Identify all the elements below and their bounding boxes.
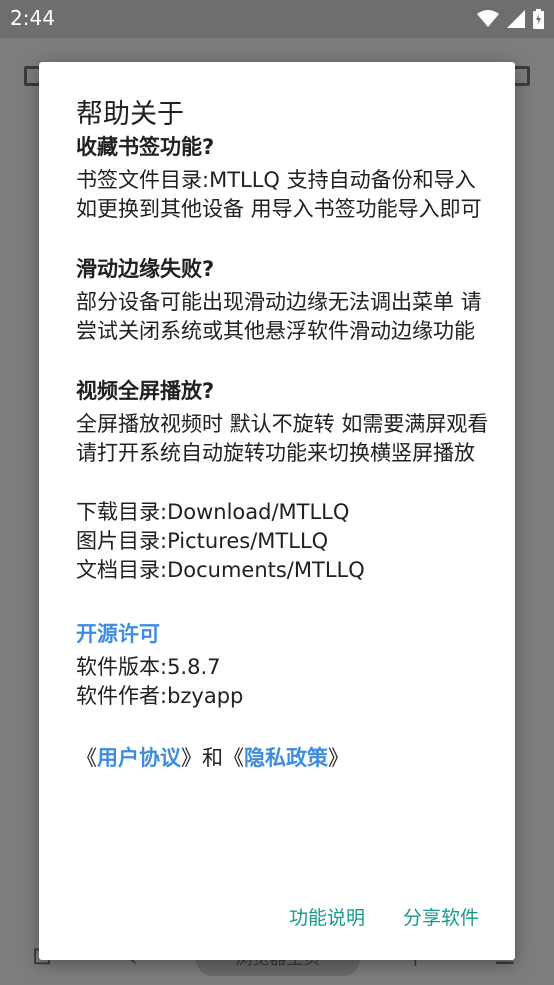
section-heading: 收藏书签功能? — [76, 135, 215, 159]
dialog-title: 帮助关于 — [76, 99, 184, 130]
wifi-icon — [477, 10, 499, 27]
section-text: 书签文件目录:MTLLQ 支持自动备份和导入 如更换到其他设备 用导入书签功能导… — [76, 168, 482, 221]
pictures-directory: 图片目录:Pictures/MTLLQ — [76, 529, 329, 553]
section-text: 全屏播放视频时 默认不旋转 如需要满屏观看 请打开系统自动旋转功能来切换横竖屏播… — [76, 412, 489, 465]
section-text: 部分设备可能出现滑动边缘无法调出菜单 请尝试关闭系统或其他悬浮软件滑动边缘功能 — [76, 290, 482, 343]
feature-description-button[interactable]: 功能说明 — [289, 903, 365, 930]
agreement-separator: 》和《 — [181, 746, 244, 770]
status-bar: 2:44 — [0, 0, 554, 38]
share-app-button[interactable]: 分享软件 — [403, 903, 479, 930]
section-heading: 视频全屏播放? — [76, 379, 215, 403]
open-source-license-link[interactable]: 开源许可 — [76, 619, 496, 649]
directories-list: 下载目录:Download/MTLLQ 图片目录:Pictures/MTLLQ … — [76, 498, 496, 585]
battery-icon — [533, 9, 544, 29]
bracket-open: 《 — [76, 746, 97, 770]
section-heading: 滑动边缘失败? — [76, 257, 215, 281]
bracket-close: 》 — [328, 746, 349, 770]
app-author: 软件作者:bzyapp — [76, 684, 244, 708]
app-version: 软件版本:5.8.7 — [76, 655, 221, 679]
section-fullscreen-video: 视频全屏播放? 全屏播放视频时 默认不旋转 如需要满屏观看 请打开系统自动旋转功… — [76, 376, 496, 468]
privacy-policy-link[interactable]: 隐私政策 — [244, 746, 328, 770]
dialog-body: 收藏书签功能? 书签文件目录:MTLLQ 支持自动备份和导入 如更换到其他设备 … — [76, 132, 496, 773]
section-edge-swipe: 滑动边缘失败? 部分设备可能出现滑动边缘无法调出菜单 请尝试关闭系统或其他悬浮软… — [76, 254, 496, 346]
documents-directory: 文档目录:Documents/MTLLQ — [76, 558, 365, 582]
cellular-signal-icon — [507, 10, 525, 28]
agreement-row: 《用户协议》和《隐私政策》 — [76, 743, 496, 773]
download-directory: 下载目录:Download/MTLLQ — [76, 500, 350, 524]
user-agreement-link[interactable]: 用户协议 — [97, 746, 181, 770]
status-icons — [477, 8, 544, 30]
help-about-dialog: 帮助关于 收藏书签功能? 书签文件目录:MTLLQ 支持自动备份和导入 如更换到… — [39, 62, 515, 960]
status-time: 2:44 — [10, 6, 55, 30]
dialog-actions: 功能说明 分享软件 — [289, 903, 479, 930]
section-bookmarks: 收藏书签功能? 书签文件目录:MTLLQ 支持自动备份和导入 如更换到其他设备 … — [76, 132, 496, 224]
